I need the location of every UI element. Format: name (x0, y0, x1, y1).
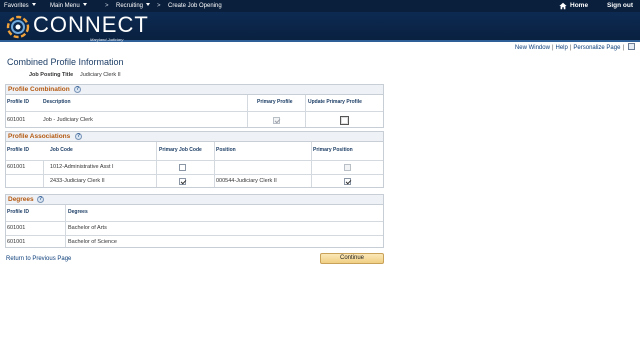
table-row: 601001 1012-Administrative Asst I (6, 160, 383, 174)
favorites-menu[interactable]: Favorites (4, 2, 36, 10)
profile-combination-grid: Profile Combination ? Profile ID Descrip… (5, 84, 384, 128)
primary-profile-checkbox (273, 117, 280, 124)
table-row: 601001 Bachelor of Arts (6, 221, 383, 235)
sign-out-link[interactable]: Sign out (607, 2, 633, 10)
breadcrumb-separator: > (105, 3, 109, 9)
brand-subtitle: Maryland Judiciary (90, 37, 124, 42)
column-header: Job Code (50, 147, 73, 153)
primary-job-code-checkbox[interactable] (179, 164, 186, 171)
column-header: Update Primary Profile (308, 99, 362, 105)
personalize-page-link[interactable]: Personalize Page (573, 45, 620, 51)
grid-header: Profile Combination ? (6, 85, 383, 95)
column-header: Position (216, 147, 236, 153)
connect-logo-icon (6, 15, 30, 39)
column-divider (214, 142, 215, 187)
chevron-down-icon (31, 3, 36, 6)
description-cell: Job - Judiciary Clerk (43, 117, 93, 123)
position-cell: 000544-Judiciary Clerk II (216, 178, 277, 184)
column-header: Primary Profile (257, 99, 293, 105)
chevron-down-icon (82, 3, 87, 6)
column-header: Degrees (68, 209, 88, 215)
brand-name: CONNECT (33, 12, 149, 37)
column-header: Profile ID (7, 147, 29, 153)
column-divider (156, 142, 157, 187)
return-to-previous-page-link[interactable]: Return to Previous Page (6, 255, 71, 263)
chevron-down-icon (146, 3, 151, 6)
column-divider (311, 142, 312, 187)
help-icon[interactable]: ? (75, 133, 82, 140)
grid-title: Degrees (8, 196, 34, 203)
column-header: Description (43, 99, 71, 105)
primary-job-code-checkbox[interactable] (179, 178, 186, 185)
job-code-cell: 2433-Judiciary Clerk II (50, 178, 105, 184)
column-divider (43, 160, 44, 187)
grid-header: Profile Associations ? (6, 132, 383, 142)
breadcrumb-separator: > (157, 3, 161, 9)
help-icon[interactable]: ? (37, 196, 44, 203)
column-header: Primary Position (313, 147, 353, 153)
primary-position-checkbox[interactable] (344, 178, 351, 185)
table-row: 2433-Judiciary Clerk II 000544-Judiciary… (6, 174, 383, 188)
profile-id-cell: 601001 (7, 164, 26, 170)
page-title: Combined Profile Information (7, 57, 124, 67)
home-link[interactable]: Home (570, 2, 588, 10)
profile-id-cell: 601001 (7, 225, 26, 231)
profile-associations-grid: Profile Associations ? Profile ID Job Co… (5, 131, 384, 188)
column-divider (305, 95, 306, 127)
column-divider (65, 205, 66, 247)
column-header: Profile ID (7, 209, 29, 215)
recruiting-menu[interactable]: Recruiting (116, 2, 151, 10)
main-menu-label: Main Menu (50, 3, 80, 9)
grid-title: Profile Combination (8, 86, 70, 93)
primary-position-checkbox (344, 164, 351, 171)
grid-header: Degrees ? (6, 195, 383, 205)
update-primary-profile-checkbox[interactable] (340, 116, 349, 125)
profile-id-cell: 601001 (7, 117, 26, 123)
grid-title: Profile Associations (8, 133, 71, 140)
table-row: 601001 Bachelor of Science (6, 235, 383, 248)
degrees-grid: Degrees ? Profile ID Degrees 601001 Bach… (5, 194, 384, 248)
create-job-opening-link[interactable]: Create Job Opening (168, 2, 222, 10)
job-posting-title-value: Judiciary Clerk II (80, 72, 121, 78)
help-icon[interactable]: ? (74, 86, 81, 93)
favorites-label: Favorites (4, 3, 29, 9)
degree-cell: Bachelor of Arts (68, 225, 107, 231)
table-row: 601001 Job - Judiciary Clerk (6, 111, 383, 128)
recruiting-label: Recruiting (116, 3, 144, 9)
job-code-cell: 1012-Administrative Asst I (50, 164, 114, 170)
continue-button[interactable]: Continue (320, 253, 384, 264)
column-header: Primary Job Code (159, 147, 202, 153)
column-header: Profile ID (7, 99, 29, 105)
job-posting-title-label: Job Posting Title (29, 72, 74, 78)
top-nav-bar: Favorites Main Menu > Recruiting > Creat… (0, 0, 640, 12)
main-menu[interactable]: Main Menu (50, 2, 87, 10)
degree-cell: Bachelor of Science (68, 239, 117, 245)
home-icon[interactable] (559, 2, 567, 10)
column-divider (247, 95, 248, 127)
help-link[interactable]: Help (556, 45, 568, 51)
page-links: New Window | Help | Personalize Page | (515, 43, 635, 52)
page-options-icon[interactable] (628, 43, 635, 50)
new-window-link[interactable]: New Window (515, 45, 550, 51)
link-separator: | (622, 45, 624, 51)
profile-id-cell: 601001 (7, 239, 26, 245)
